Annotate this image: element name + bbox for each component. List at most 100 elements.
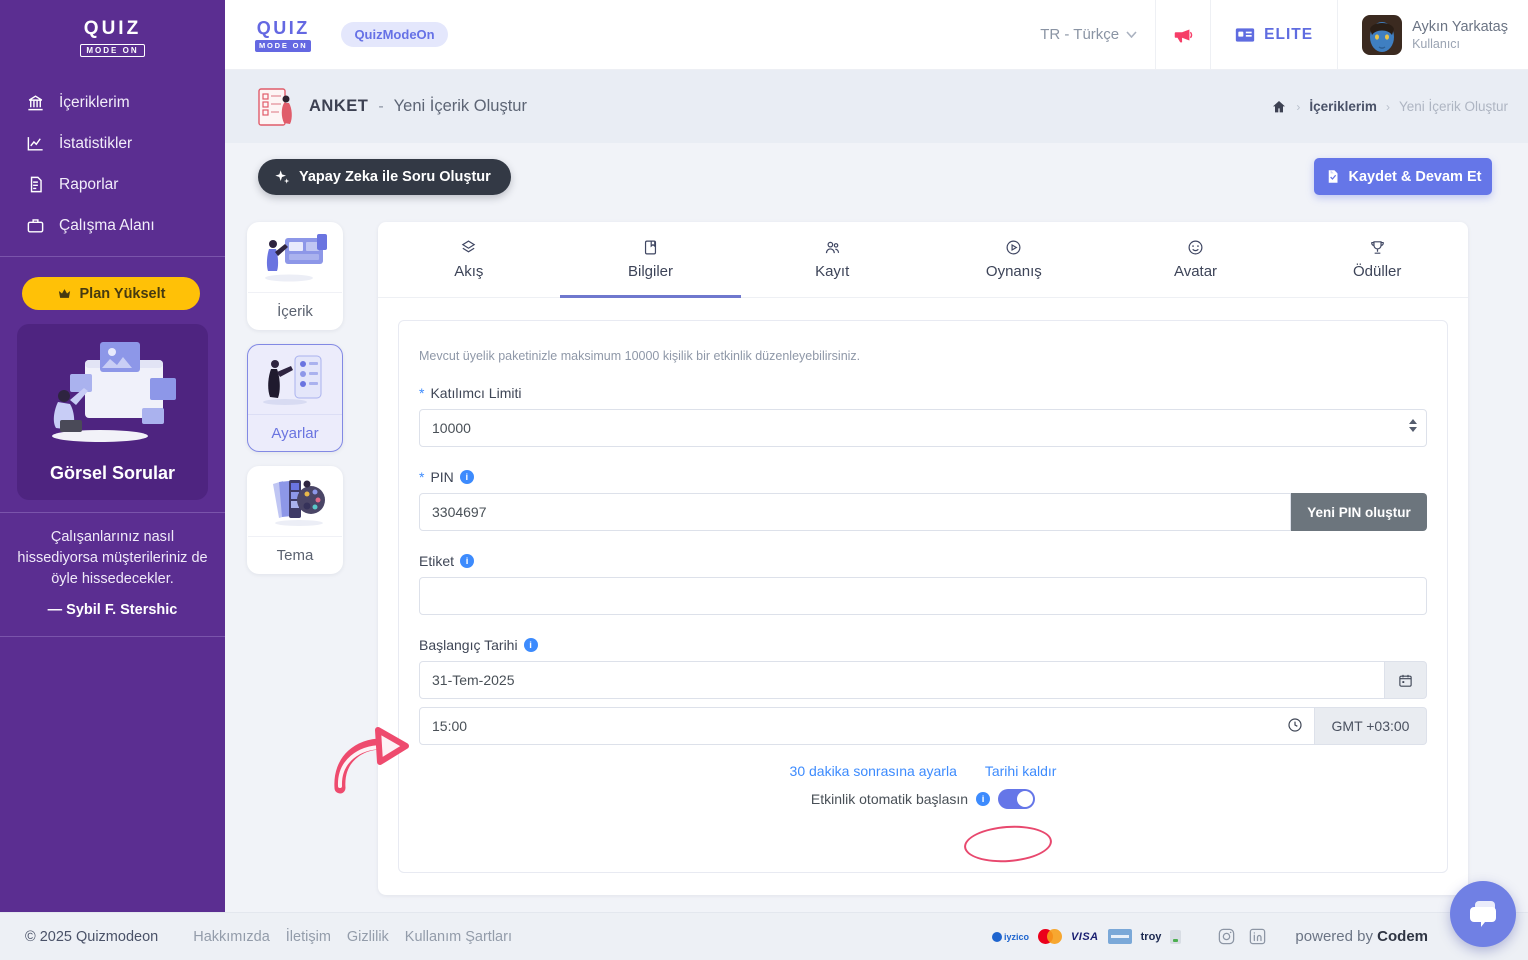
footer-link-contact[interactable]: İletişim <box>286 929 331 945</box>
pin-group: Yeni PIN oluştur <box>419 493 1427 531</box>
info-icon[interactable]: i <box>460 554 474 568</box>
troy-logo: troy <box>1141 931 1162 943</box>
chevron-right-icon: › <box>1386 100 1390 114</box>
pin-label: * PIN i <box>419 469 1427 485</box>
calendar-addon[interactable] <box>1385 661 1427 699</box>
book-icon <box>642 239 659 256</box>
side-tab-content[interactable]: İçerik <box>247 222 343 330</box>
tab-info[interactable]: Bilgiler <box>560 222 742 297</box>
sidebar-item-contents[interactable]: İçeriklerim <box>0 82 225 123</box>
promo-title: Görsel Sorular <box>27 463 198 484</box>
tab-gameplay[interactable]: Oynanış <box>923 222 1105 297</box>
start-date-label: Başlangıç Tarihi i <box>419 637 1427 653</box>
footer-link-terms[interactable]: Kullanım Şartları <box>405 929 512 945</box>
trophy-icon <box>1369 239 1386 256</box>
pin-input[interactable] <box>419 493 1291 531</box>
breadcrumb-home[interactable] <box>1271 99 1287 115</box>
footer-link-privacy[interactable]: Gizlilik <box>347 929 389 945</box>
number-stepper[interactable] <box>1409 419 1417 432</box>
tab-avatar[interactable]: Avatar <box>1105 222 1287 297</box>
info-icon[interactable]: i <box>524 638 538 652</box>
header-logo-text: QUIZ <box>255 18 311 39</box>
save-continue-button[interactable]: Kaydet & Devam Et <box>1314 158 1492 195</box>
plan-badge[interactable]: ELITE <box>1211 26 1337 44</box>
layers-icon <box>460 239 477 256</box>
tag-label: Etiket i <box>419 553 1427 569</box>
settings-panel: Akış Bilgiler Kayıt Oynanış Avatar Ödüll… <box>378 222 1468 895</box>
tab-flow[interactable]: Akış <box>378 222 560 297</box>
settings-illustration <box>248 345 342 415</box>
tag-input[interactable] <box>419 577 1427 615</box>
footer-links: Hakkımızda İletişim Gizlilik Kullanım Şa… <box>193 929 512 945</box>
info-icon[interactable]: i <box>460 470 474 484</box>
date-quick-links: 30 dakika sonrasına ayarla Tarihi kaldır <box>419 763 1427 779</box>
info-form: Mevcut üyelik paketinizle maksimum 10000… <box>398 320 1448 873</box>
date-input[interactable] <box>419 661 1385 699</box>
sidebar-logo[interactable]: QUIZ MODE ON <box>0 0 225 58</box>
workspace-icon <box>26 216 45 235</box>
page-header: ANKET - Yeni İçerik Oluştur › İçerikleri… <box>225 70 1528 143</box>
payment-logos: iyzico VISA troy <box>992 929 1181 944</box>
chevron-right-icon: › <box>1296 100 1300 114</box>
tab-label: Kayıt <box>815 263 849 280</box>
upgrade-plan-label: Plan Yükselt <box>80 286 166 302</box>
user-menu[interactable]: Aykın Yarkataş Kullanıcı <box>1338 15 1528 55</box>
sidebar-item-label: Raporlar <box>59 176 118 194</box>
ai-generate-label: Yapay Zeka ile Soru Oluştur <box>299 169 491 185</box>
info-icon[interactable]: i <box>976 792 990 806</box>
tab-registration[interactable]: Kayıt <box>741 222 923 297</box>
promo-card[interactable]: Görsel Sorular <box>17 324 208 500</box>
clock-button[interactable] <box>1287 717 1303 738</box>
sidebar-logo-subtext: MODE ON <box>80 44 144 57</box>
breadcrumb: › İçeriklerim › Yeni İçerik Oluştur <box>1271 99 1508 115</box>
auto-start-label: Etkinlik otomatik başlasın <box>811 791 968 807</box>
remove-date-link[interactable]: Tarihi kaldır <box>985 763 1057 779</box>
top-bar: QUIZ MODE ON QuizModeOn TR - Türkçe ELIT… <box>225 0 1528 70</box>
chat-widget-button[interactable] <box>1450 881 1516 947</box>
participant-limit-input[interactable] <box>419 409 1427 447</box>
sidebar-item-label: İstatistikler <box>59 135 132 153</box>
instagram-icon[interactable] <box>1217 927 1236 946</box>
announcements-button[interactable] <box>1156 24 1210 46</box>
auto-start-row: Etkinlik otomatik başlasın i <box>419 789 1427 809</box>
timezone-addon: GMT +03:00 <box>1315 707 1427 745</box>
quote-block: Çalışanlarınız nasıl hissediyorsa müşter… <box>0 512 225 637</box>
play-circle-icon <box>1005 239 1022 256</box>
new-pin-button[interactable]: Yeni PIN oluştur <box>1291 493 1427 531</box>
upgrade-plan-button[interactable]: Plan Yükselt <box>22 277 200 310</box>
footer-right: iyzico VISA troy powered by Codem <box>992 927 1428 946</box>
footer: © 2025 Quizmodeon Hakkımızda İletişim Gi… <box>0 912 1528 960</box>
auto-start-toggle[interactable] <box>998 789 1035 809</box>
iyzico-logo: iyzico <box>992 932 1029 942</box>
language-selector[interactable]: TR - Türkçe <box>1022 26 1155 43</box>
sidebar-menu: İçeriklerim İstatistikler Raporlar Çalış… <box>0 82 225 246</box>
visual-questions-illustration <box>30 338 195 448</box>
language-label: TR - Türkçe <box>1040 26 1119 43</box>
header-logo-subtext: MODE ON <box>255 40 311 52</box>
time-input[interactable] <box>419 707 1315 745</box>
content-type-label: ANKET <box>309 97 368 116</box>
side-tab-settings[interactable]: Ayarlar <box>247 344 343 452</box>
set-30min-link[interactable]: 30 dakika sonrasına ayarla <box>790 763 957 779</box>
side-tab-theme[interactable]: Tema <box>247 466 343 574</box>
tag-text: Etiket <box>419 553 454 569</box>
required-mark: * <box>419 385 424 401</box>
header-logo[interactable]: QUIZ MODE ON <box>255 18 311 52</box>
required-mark: * <box>419 469 424 485</box>
time-group: GMT +03:00 <box>419 707 1427 745</box>
tab-rewards[interactable]: Ödüller <box>1286 222 1468 297</box>
smiley-icon <box>1187 239 1204 256</box>
powered-brand: Codem <box>1377 928 1428 945</box>
breadcrumb-contents[interactable]: İçeriklerim <box>1309 99 1377 114</box>
sidebar-item-reports[interactable]: Raporlar <box>0 164 225 205</box>
side-tab-label: İçerik <box>248 293 342 329</box>
ai-generate-button[interactable]: Yapay Zeka ile Soru Oluştur <box>258 159 511 195</box>
settings-side-tabs: İçerik Ayarlar Tema <box>247 222 343 574</box>
workspace-badge[interactable]: QuizModeOn <box>341 22 447 47</box>
crown-icon <box>57 286 72 301</box>
participant-limit-label: * Katılımcı Limiti <box>419 385 1427 401</box>
footer-link-about[interactable]: Hakkımızda <box>193 929 270 945</box>
sidebar-item-statistics[interactable]: İstatistikler <box>0 123 225 164</box>
sidebar-item-workspace[interactable]: Çalışma Alanı <box>0 205 225 246</box>
linkedin-icon[interactable] <box>1248 927 1267 946</box>
